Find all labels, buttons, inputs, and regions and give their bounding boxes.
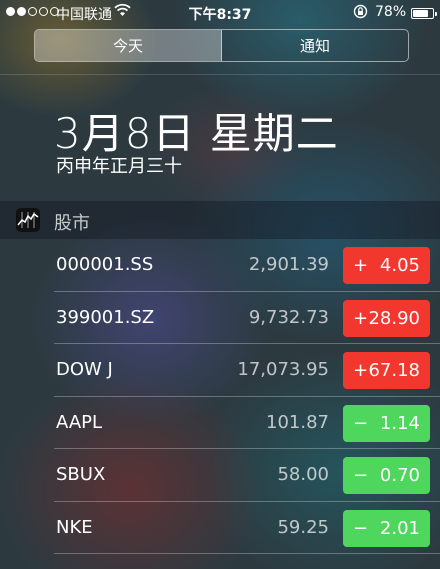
battery-nub	[435, 12, 437, 16]
stocks-widget-header[interactable]: 股市	[0, 201, 440, 239]
change-value: 28.90	[368, 307, 420, 329]
stock-symbol: DOW J	[56, 359, 113, 380]
stock-row[interactable]: SBUX 58.00 −0.70	[0, 449, 440, 502]
change-sign: +	[353, 307, 369, 329]
stocks-icon	[16, 208, 40, 232]
change-value: 67.18	[368, 360, 420, 381]
stock-row[interactable]: 000001.SS 2,901.39 +4.05	[0, 239, 440, 292]
stock-list: 000001.SS 2,901.39 +4.05 399001.SZ 9,732.73 +…	[0, 239, 440, 554]
stock-symbol: 399001.SZ	[56, 306, 155, 328]
stock-change-badge[interactable]: −0.70	[343, 457, 430, 494]
lunar-date: 丙申年正月三十	[56, 156, 182, 177]
change-value: 2.01	[379, 517, 420, 539]
widget-title: 股市	[54, 213, 90, 234]
battery-icon	[411, 8, 437, 19]
stock-change-badge[interactable]: −1.14	[343, 404, 430, 442]
stock-price: 9,732.73	[248, 306, 329, 328]
stock-row[interactable]: NKE 59.25 −2.01	[0, 502, 440, 554]
stock-change-badge[interactable]: +28.90	[343, 299, 430, 337]
status-bar: 中国联通 下午8:37 78%	[0, 0, 440, 26]
stock-change-badge[interactable]: +4.05	[343, 247, 430, 284]
stock-change-badge[interactable]: −2.01	[343, 509, 430, 547]
stock-row[interactable]: 399001.SZ 9,732.73 +28.90	[0, 292, 440, 344]
stock-row[interactable]: DOW J 17,073.95 +67.18	[0, 344, 440, 397]
change-value: 0.70	[379, 465, 420, 486]
stock-row[interactable]: AAPL 101.87 −1.14	[0, 397, 440, 449]
divider	[0, 74, 440, 75]
change-sign: −	[353, 465, 369, 486]
view-switcher: 今天 通知	[34, 29, 409, 62]
stock-price: 58.00	[277, 464, 329, 485]
stock-symbol: NKE	[56, 516, 93, 538]
tab-notifications[interactable]: 通知	[222, 30, 408, 61]
clock: 下午8:37	[188, 7, 252, 23]
stock-price: 17,073.95	[237, 359, 329, 380]
change-sign: −	[353, 517, 369, 539]
stock-symbol: AAPL	[56, 411, 103, 433]
stock-change-badge[interactable]: +67.18	[343, 352, 430, 389]
stock-symbol: 000001.SS	[56, 254, 154, 275]
stock-symbol: SBUX	[56, 464, 106, 485]
tab-today[interactable]: 今天	[35, 30, 222, 61]
change-sign: +	[353, 360, 369, 381]
change-value: 1.14	[379, 412, 420, 434]
battery-fill	[413, 10, 428, 17]
rotation-lock-icon	[353, 4, 368, 23]
stock-price: 101.87	[266, 411, 329, 433]
battery-percent: 78%	[375, 4, 407, 20]
change-sign: −	[353, 412, 369, 434]
row-divider	[54, 553, 440, 554]
change-sign: +	[353, 255, 369, 276]
stock-price: 59.25	[277, 516, 329, 538]
change-value: 4.05	[379, 255, 420, 276]
stock-price: 2,901.39	[248, 254, 329, 275]
